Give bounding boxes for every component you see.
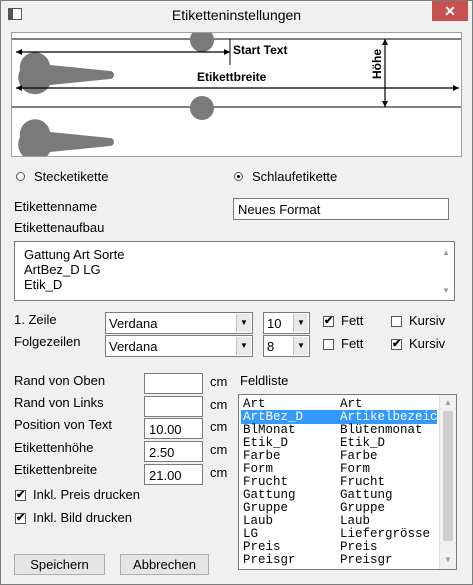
list-item[interactable]: BlMonat Blütenmonat — [241, 423, 437, 437]
bild-checkbox[interactable]: ✔ — [15, 513, 26, 524]
etikettenhoehe-unit: cm — [210, 442, 228, 457]
chevron-down-icon: ▼ — [293, 314, 308, 332]
rand-links-unit: cm — [210, 397, 228, 412]
zeile1-kursiv-label: Kursiv — [409, 313, 446, 328]
zeile1-size-value: 10 — [267, 316, 282, 331]
folgezeilen-label: Folgezeilen — [14, 334, 81, 349]
tag-shape-bottom — [18, 119, 114, 156]
rand-links-label: Rand von Links — [14, 395, 104, 410]
scroll-down-icon[interactable]: ▼ — [440, 286, 452, 295]
hole-circle-bottom — [190, 96, 214, 120]
position-text-unit: cm — [210, 419, 228, 434]
folgezeilen-fett-checkbox[interactable] — [323, 339, 334, 350]
feldliste-listbox[interactable]: Art Art ArtBez_D Artikelbezeich BlMonat Blü… — [238, 394, 457, 570]
feldliste-scrollbar[interactable]: ▲ ▼ — [439, 395, 456, 569]
zeile1-font-select[interactable]: Verdana ▼ — [105, 312, 253, 334]
stecketikette-label: Stecketikette — [34, 169, 109, 184]
scroll-up-icon[interactable]: ▲ — [442, 398, 454, 407]
etikettenhoehe-label: Etikettenhöhe — [14, 440, 94, 455]
rand-oben-unit: cm — [210, 374, 228, 389]
cancel-button[interactable]: Abbrechen — [120, 554, 209, 575]
scroll-up-icon[interactable]: ▲ — [440, 248, 452, 257]
aufbau-line: ArtBez_D LG — [24, 262, 101, 277]
etikettbreite-label: Etikettbreite — [197, 70, 267, 84]
list-item[interactable]: Frucht Frucht — [241, 475, 437, 489]
schlaufetikette-label: Schlaufetikette — [252, 169, 338, 184]
etikettenbreite-unit: cm — [210, 465, 228, 480]
aufbau-line: Etik_D — [24, 277, 63, 292]
etikettenaufbau-label: Etikettenaufbau — [14, 220, 105, 235]
zeile1-font-value: Verdana — [109, 316, 158, 331]
etikettenaufbau-textarea[interactable]: Gattung Art Sorte ArtBez_D LG Etik_D ▲ ▼ — [14, 241, 455, 301]
scrollbar-thumb[interactable] — [443, 411, 453, 541]
bild-label: Inkl. Bild drucken — [33, 510, 132, 525]
list-item[interactable]: Farbe Farbe — [241, 449, 437, 463]
label-preview: Start Text Etikettbreite Höhe — [11, 32, 462, 157]
list-item[interactable]: Preisgr Preisgr — [241, 553, 437, 567]
preis-checkbox[interactable]: ✔ — [15, 490, 26, 501]
start-text-label: Start Text — [233, 43, 288, 57]
position-text-input[interactable]: 10.00 — [144, 418, 203, 439]
zeile1-label: 1. Zeile — [14, 312, 57, 327]
etikettenbreite-label: Etikettenbreite — [14, 462, 98, 477]
zeile1-fett-checkbox[interactable]: ✔ — [323, 316, 334, 327]
rand-links-input[interactable] — [144, 396, 203, 417]
list-item[interactable]: Preis Preis — [241, 540, 437, 554]
etikettenbreite-input[interactable]: 21.00 — [144, 464, 203, 485]
chevron-down-icon: ▼ — [236, 337, 251, 355]
hole-circle-top — [190, 33, 214, 52]
list-item[interactable]: ArtBez_D Artikelbezeich — [241, 410, 445, 424]
etikettenhoehe-input[interactable]: 2.50 — [144, 441, 203, 462]
list-item[interactable]: Gruppe Gruppe — [241, 501, 437, 515]
rand-oben-input[interactable] — [144, 373, 203, 394]
zeile1-kursiv-checkbox[interactable] — [391, 316, 402, 327]
list-item[interactable]: LG Liefergrösse — [241, 527, 437, 541]
chevron-down-icon: ▼ — [293, 337, 308, 355]
folgezeilen-kursiv-label: Kursiv — [409, 336, 446, 351]
zeile1-fett-label: Fett — [341, 313, 364, 328]
folgezeilen-size-select[interactable]: 8 ▼ — [263, 335, 310, 357]
window-title: Etiketteninstellungen — [171, 7, 302, 23]
etikettenname-input[interactable]: Neues Format — [233, 198, 449, 220]
list-item[interactable]: Laub Laub — [241, 514, 437, 528]
rand-oben-label: Rand von Oben — [14, 373, 106, 388]
scroll-down-icon[interactable]: ▼ — [442, 555, 454, 564]
save-button[interactable]: Speichern — [14, 554, 105, 575]
list-item[interactable]: Gattung Gattung — [241, 488, 437, 502]
folgezeilen-font-value: Verdana — [109, 339, 158, 354]
schlaufetikette-radio[interactable] — [234, 172, 243, 181]
position-text-label: Position von Text — [14, 417, 113, 432]
close-button[interactable]: ✕ — [432, 1, 468, 21]
folgezeilen-kursiv-checkbox[interactable]: ✔ — [391, 339, 402, 350]
feldliste-label: Feldliste — [240, 373, 289, 388]
zeile1-size-select[interactable]: 10 ▼ — [263, 312, 310, 334]
aufbau-line: Gattung Art Sorte — [24, 247, 125, 262]
list-item[interactable]: Form Form — [241, 462, 437, 476]
folgezeilen-font-select[interactable]: Verdana ▼ — [105, 335, 253, 357]
folgezeilen-size-value: 8 — [267, 339, 275, 354]
etikettenname-label: Etikettenname — [14, 199, 98, 214]
list-item[interactable]: Art Art — [241, 397, 437, 411]
list-item[interactable]: Etik_D Etik_D — [241, 436, 437, 450]
folgezeilen-fett-label: Fett — [341, 336, 364, 351]
preis-label: Inkl. Preis drucken — [33, 487, 140, 502]
chevron-down-icon: ▼ — [236, 314, 251, 332]
stecketikette-radio[interactable] — [16, 172, 25, 181]
hoehe-label: Höhe — [370, 49, 384, 79]
